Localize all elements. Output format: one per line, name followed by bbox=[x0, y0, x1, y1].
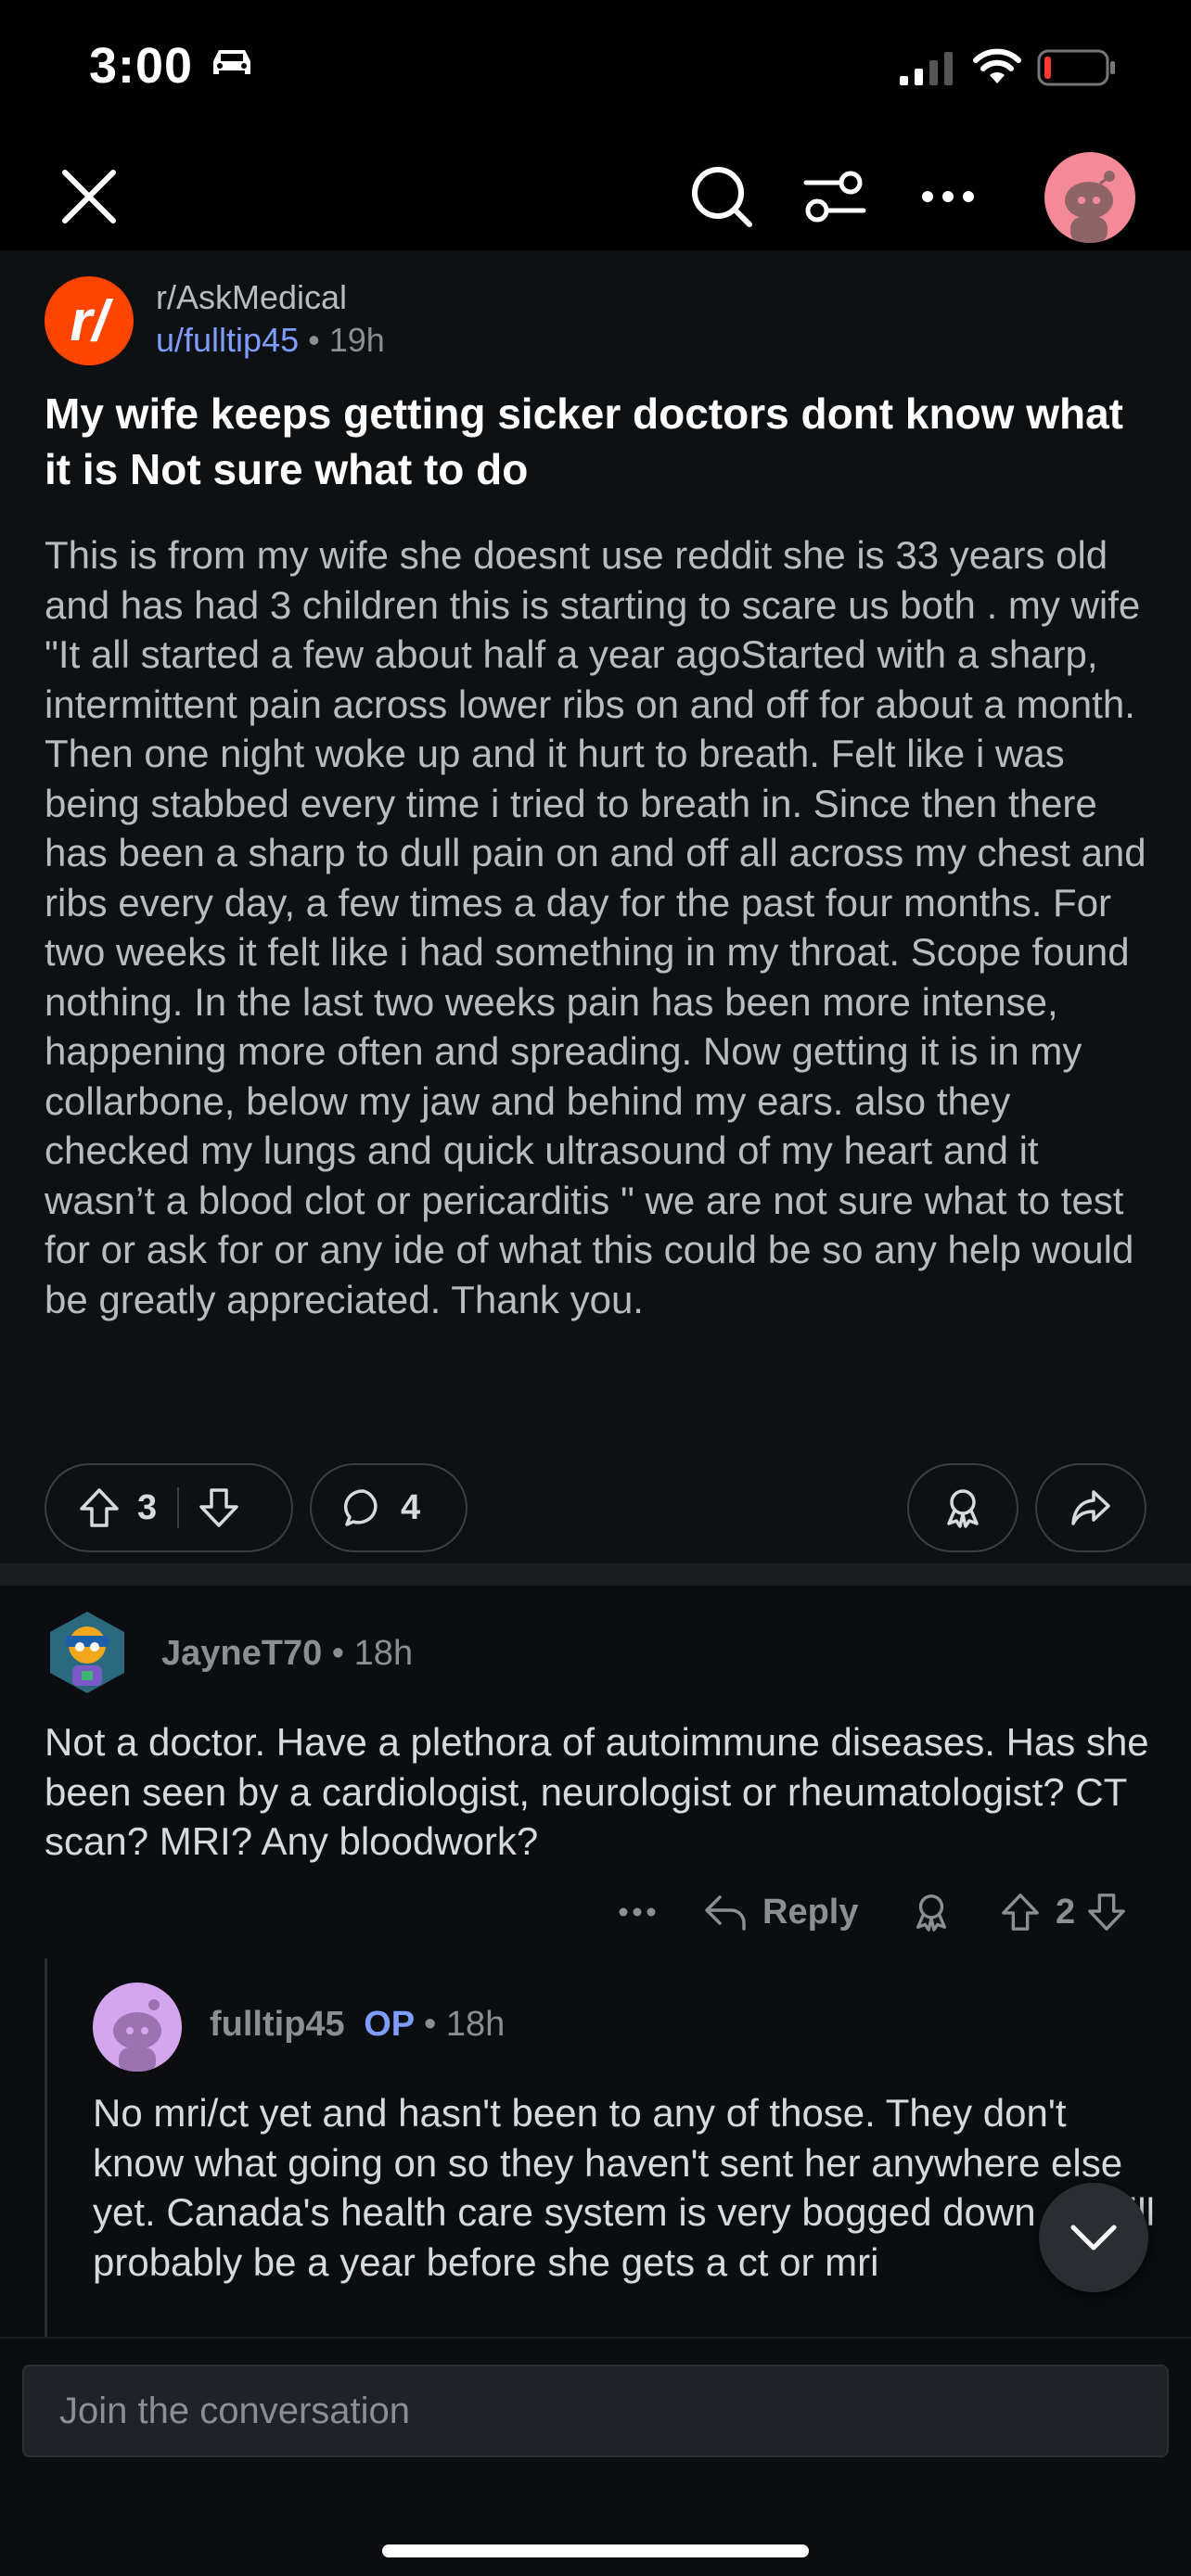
sort-filter-button[interactable] bbox=[796, 158, 874, 236]
downvote-icon[interactable] bbox=[198, 1486, 240, 1529]
filter-icon bbox=[803, 171, 866, 223]
car-icon bbox=[213, 50, 250, 74]
nav-bar bbox=[0, 139, 1191, 250]
comments-section: JayneT70 • 18h Not a doctor. Have a plet… bbox=[0, 1586, 1191, 2337]
wifi-icon bbox=[973, 48, 1021, 83]
comment-icon bbox=[343, 1489, 378, 1526]
comment-more-button[interactable] bbox=[618, 1884, 657, 1940]
status-time: 3:00 bbox=[89, 38, 194, 94]
avatar-icon bbox=[1065, 171, 1115, 243]
reply-body: No mri/ct yet and hasn't been to any of … bbox=[93, 2091, 1155, 2284]
reply-author-line: fulltip45 OP • 18h bbox=[210, 2005, 505, 2045]
reply-age: 18h bbox=[445, 2005, 506, 2044]
search-button[interactable] bbox=[683, 158, 761, 236]
award-button[interactable] bbox=[907, 1463, 1018, 1552]
meta-dot: • bbox=[331, 1634, 354, 1673]
comment-count: 4 bbox=[401, 1487, 421, 1527]
search-icon bbox=[692, 167, 752, 227]
post-age: 19h bbox=[328, 321, 385, 359]
status-bar: 3:00 bbox=[0, 0, 1191, 139]
close-button[interactable] bbox=[52, 159, 126, 234]
comment-body: Not a doctor. Have a plethora of autoimm… bbox=[45, 1720, 1149, 1863]
reply-button[interactable]: Reply bbox=[703, 1884, 858, 1940]
thread-line[interactable] bbox=[45, 1958, 47, 2337]
profile-avatar-button[interactable] bbox=[1044, 152, 1135, 243]
battery-icon bbox=[1037, 49, 1115, 86]
comment-vote-count: 2 bbox=[1056, 1892, 1076, 1932]
comment-age: 18h bbox=[353, 1634, 414, 1673]
op-badge: OP bbox=[364, 2005, 415, 2044]
comment-author[interactable]: JayneT70 bbox=[161, 1634, 322, 1673]
home-indicator[interactable] bbox=[382, 2544, 809, 2557]
post-author[interactable]: u/fulltip45 bbox=[156, 321, 299, 359]
downvote-icon[interactable] bbox=[1086, 1892, 1127, 1932]
reply-author-avatar[interactable] bbox=[93, 1983, 182, 2072]
more-icon bbox=[619, 1907, 656, 1917]
post-meta: u/fulltip45 • 19h bbox=[156, 321, 385, 360]
reply-icon bbox=[705, 1895, 746, 1931]
vote-pill: 3 bbox=[45, 1463, 293, 1552]
subreddit-icon[interactable]: r/ bbox=[45, 276, 134, 365]
meta-dot: • bbox=[424, 2005, 446, 2044]
award-icon bbox=[947, 1489, 979, 1528]
meta-dot: • bbox=[308, 321, 329, 359]
close-icon bbox=[62, 170, 116, 223]
vote-count: 3 bbox=[137, 1487, 158, 1527]
avatar-icon bbox=[113, 1999, 161, 2072]
post-body: This is from my wife she doesnt use redd… bbox=[45, 533, 1146, 1321]
upvote-icon[interactable] bbox=[1000, 1892, 1041, 1932]
more-options-button[interactable] bbox=[909, 158, 987, 236]
section-separator bbox=[0, 1563, 1191, 1586]
comment-vote: 2 bbox=[1000, 1884, 1127, 1940]
scroll-down-button[interactable] bbox=[1039, 2183, 1148, 2292]
commenter-avatar[interactable] bbox=[45, 1608, 130, 1697]
share-button[interactable] bbox=[1035, 1463, 1146, 1552]
reply-label: Reply bbox=[762, 1892, 859, 1932]
share-icon bbox=[1071, 1490, 1110, 1525]
post-title: My wife keeps getting sicker doctors don… bbox=[45, 389, 1123, 493]
vote-divider bbox=[177, 1487, 180, 1528]
subreddit-name[interactable]: r/AskMedical bbox=[156, 278, 347, 317]
join-conversation-input[interactable]: Join the conversation bbox=[22, 2365, 1169, 2457]
comment-award-button[interactable] bbox=[911, 1884, 952, 1940]
comment-author-line: JayneT70 • 18h bbox=[161, 1634, 413, 1674]
chevron-down-icon bbox=[1070, 2225, 1117, 2251]
composer-area: Join the conversation bbox=[0, 2337, 1191, 2576]
post: r/ r/AskMedical u/fulltip45 • 19h My wif… bbox=[0, 252, 1191, 1563]
award-icon bbox=[916, 1894, 947, 1932]
comments-button[interactable]: 4 bbox=[310, 1463, 467, 1552]
more-icon bbox=[922, 191, 974, 202]
upvote-icon[interactable] bbox=[78, 1486, 121, 1529]
signal-icon bbox=[900, 52, 953, 85]
reply-author[interactable]: fulltip45 bbox=[210, 2005, 345, 2044]
